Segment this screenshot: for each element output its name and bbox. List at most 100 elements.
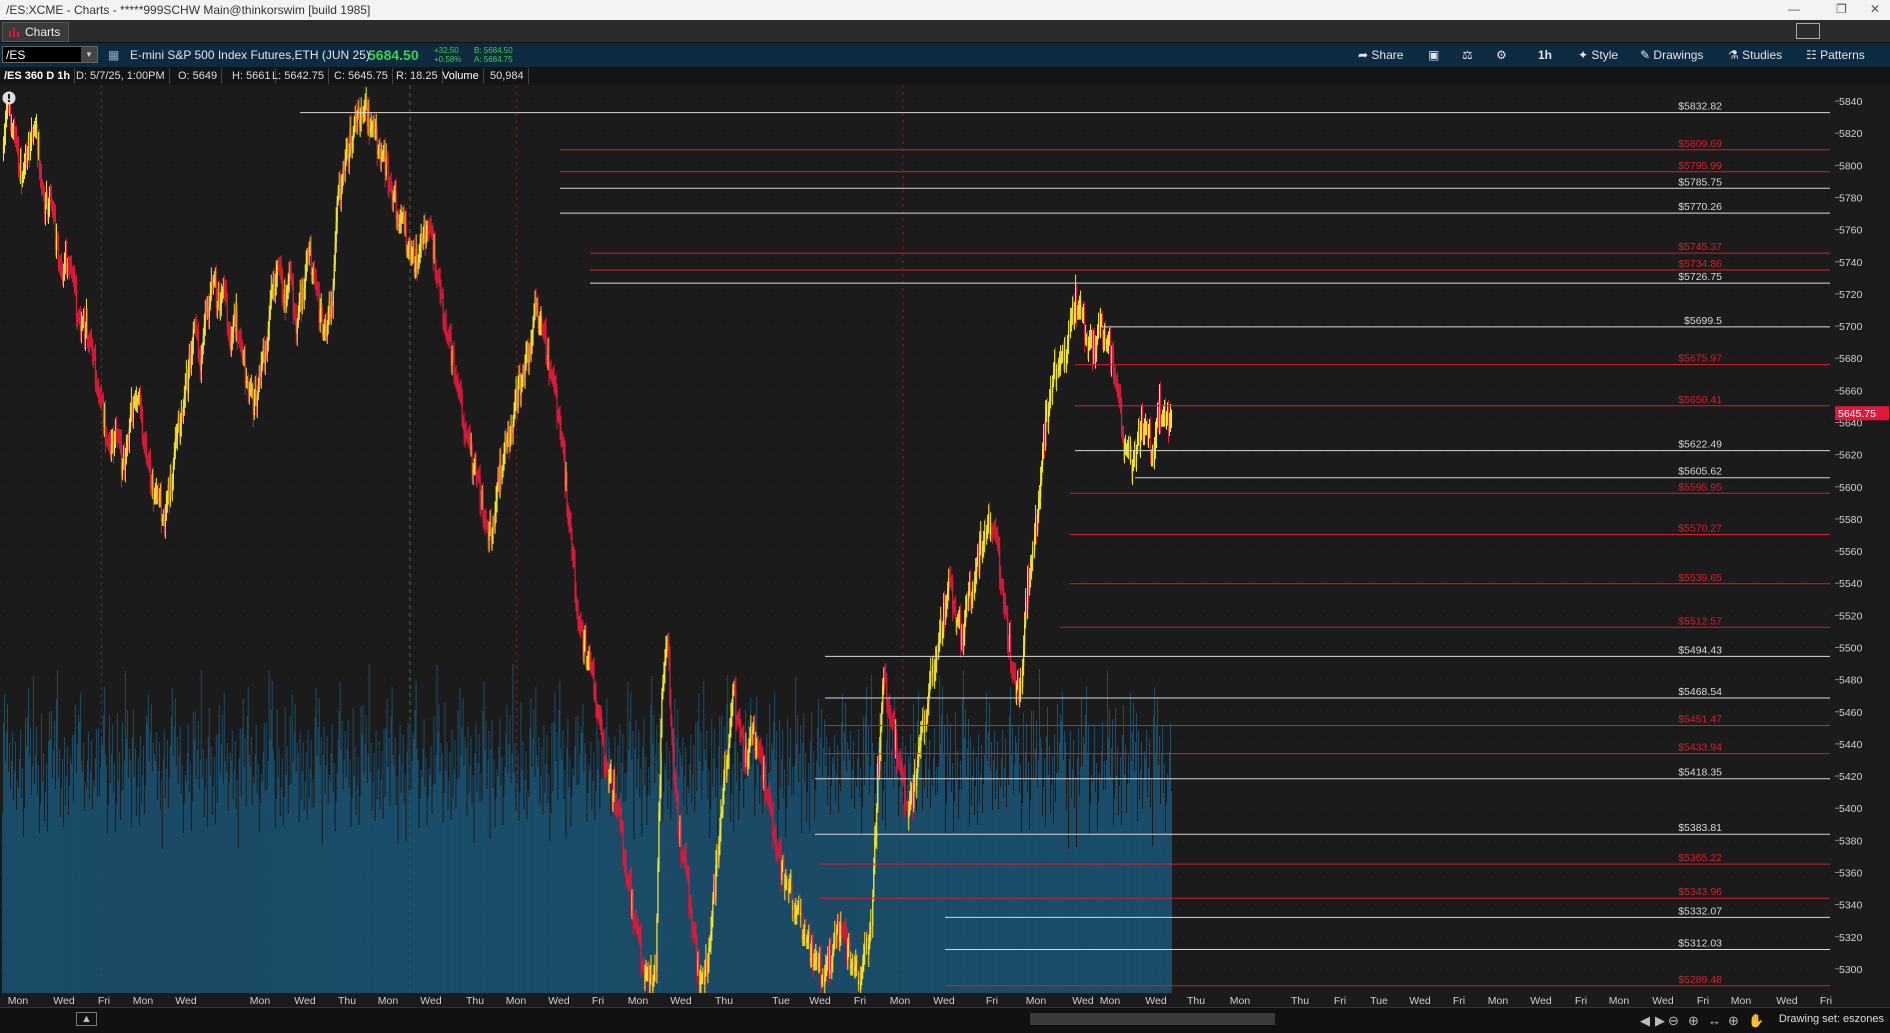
share-button[interactable]: ➦ Share [1358,46,1403,64]
volume-bar [558,710,560,993]
volume-bar [485,721,487,993]
scroll-right-icon[interactable]: ▶ [1655,1013,1665,1029]
volume-bar [1028,762,1029,993]
volume-bar [222,783,224,993]
volume-bar [1104,761,1105,993]
volume-bar [58,749,60,993]
candle-body [863,953,865,963]
pan-icon[interactable]: ↔ [1708,1013,1721,1028]
volume-bar [1137,821,1138,993]
hand-icon[interactable]: ✋ [1748,1013,1764,1029]
candle-body [382,152,384,155]
candle-body [694,934,696,938]
candle-body [1105,343,1108,345]
volume-bars [2,664,1172,993]
candle-body [362,113,364,117]
candle-body [140,409,142,411]
candle-body [991,526,993,532]
volume-bar [1027,791,1028,993]
volume-value: 50,984 [486,68,529,84]
restore-icon[interactable]: ❐ [1836,2,1847,16]
volume-bar [1000,787,1001,993]
tab-charts[interactable]: Charts [2,22,70,42]
candle-body [1023,644,1025,667]
volume-bar [100,738,102,993]
flask-icon[interactable]: ⚖ [1462,46,1473,64]
zoom-out-icon[interactable]: ⊖ [1668,1013,1679,1029]
volume-bar [1083,737,1084,993]
candle-body [129,414,131,428]
chevron-down-icon[interactable]: ▼ [81,47,97,62]
volume-bar [10,761,12,993]
volume-bar [121,722,123,993]
candle-body [442,294,444,323]
candle-body [285,299,287,309]
candle-body [142,440,144,443]
volume-bar [454,740,456,993]
link-icon[interactable]: ▦ [108,48,119,62]
volume-bar [516,782,518,993]
drawings-button[interactable]: ✎ Drawings [1640,46,1703,64]
gear-icon[interactable]: ⚙ [1496,46,1507,64]
price-axis[interactable]: 5300532053405360538054005420544054605480… [1835,85,1890,993]
volume-bar [480,773,482,993]
interval-button[interactable]: 1h [1538,46,1552,64]
candle-body [577,607,579,626]
candle-body [1169,418,1172,425]
candle-body [289,271,291,276]
chart-settings-icon[interactable]: ▣ [1428,46,1439,64]
horizontal-scrollbar[interactable] [1030,1013,1275,1025]
volume-bar [336,773,338,993]
volume-bar [725,794,727,993]
expand-up-icon[interactable]: ▲ [76,1012,97,1026]
volume-bar [1005,739,1006,993]
volume-bar [267,761,269,993]
crosshair-icon[interactable]: ⊕ [1728,1013,1739,1029]
zoom-in-icon[interactable]: ⊕ [1688,1013,1699,1029]
volume-bar [403,803,405,993]
candle-body [999,548,1001,580]
scroll-left-icon[interactable]: ◀ [1640,1013,1650,1029]
minimize-icon[interactable]: — [1788,2,1800,16]
candle-body [414,268,416,272]
candle-body [435,273,437,275]
price-level-label: $5605.62 [1678,466,1722,478]
volume-bar [695,723,697,993]
y-tick-label: 5560 [1839,546,1863,558]
volume-bar [512,664,514,993]
candle-body [204,311,206,324]
volume-bar [981,745,982,993]
volume-bar [22,837,24,993]
candle-body [791,883,793,910]
volume-bar [556,732,558,993]
volume-bar [181,765,183,993]
candle-body [308,251,310,254]
volume-bar [1102,722,1103,993]
window-layout-icon[interactable] [1796,23,1820,39]
candle-body [957,620,959,622]
volume-bar [103,687,105,993]
volume-bar [712,787,714,993]
candle-body [1070,312,1073,323]
studies-button[interactable]: ⚗ Studies [1728,46,1782,64]
volume-bar [143,814,145,993]
volume-bar [269,739,271,993]
candle-body [30,131,33,144]
volume-bar [564,770,566,993]
volume-bar [455,808,457,993]
volume-bar [775,760,777,993]
volume-bar [1099,773,1100,993]
info-icon[interactable] [2,91,16,105]
candle-body [1170,414,1173,419]
style-button[interactable]: ✦ Style [1578,46,1618,64]
patterns-button[interactable]: ☷ Patterns [1806,46,1865,64]
candle-body [1077,309,1080,313]
symbol-input[interactable]: /ES ▼ [2,46,98,63]
candle-body [245,381,247,384]
volume-bar [142,746,144,993]
candle-body [621,824,623,828]
volume-bar [699,761,701,993]
close-icon[interactable]: ✕ [1870,2,1880,16]
candle-body [769,795,771,809]
price-chart[interactable]: $5832.82$5809.69$5795.99$5785.75$5770.26… [0,85,1835,993]
